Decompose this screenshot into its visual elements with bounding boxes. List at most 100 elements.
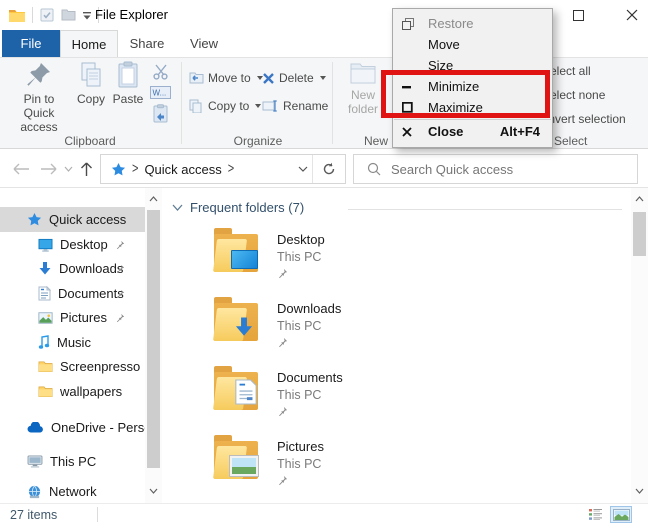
thumbnail-view-icon xyxy=(613,509,630,521)
address-dropdown-icon[interactable] xyxy=(298,166,308,172)
pin-icon xyxy=(115,240,125,250)
tile-location: This PC xyxy=(277,319,341,333)
pin-icon xyxy=(115,289,125,299)
download-arrow-glyph-icon xyxy=(233,316,255,338)
search-icon xyxy=(367,162,381,176)
forward-button[interactable] xyxy=(40,150,58,188)
status-divider xyxy=(97,507,98,522)
red-highlight-box xyxy=(381,70,550,118)
paste-shortcut-icon xyxy=(153,104,168,123)
copy-to-button[interactable]: Copy to xyxy=(188,99,261,113)
items-count: 27 items xyxy=(10,508,57,522)
copy-path-button[interactable]: W... xyxy=(150,86,171,99)
pin-to-quick-access-button[interactable]: Pin to Quick access xyxy=(8,61,70,134)
main-area: Quick access Desktop Downloads Documents… xyxy=(0,188,648,503)
properties-icon[interactable] xyxy=(39,7,55,23)
copy-button[interactable]: Copy xyxy=(74,61,108,106)
file-explorer-window: File Explorer File Home Share View ? Pin… xyxy=(0,0,648,524)
close-shortcut: Alt+F4 xyxy=(500,124,540,139)
sidebar-item-pictures[interactable]: Pictures xyxy=(0,305,145,330)
paste-button[interactable]: Paste xyxy=(110,61,146,106)
address-box[interactable]: > Quick access > xyxy=(100,154,346,184)
scroll-up-icon[interactable] xyxy=(631,190,648,207)
section-header-frequent-folders[interactable]: Frequent folders (7) xyxy=(172,200,304,215)
sidebar-item-desktop[interactable]: Desktop xyxy=(0,232,145,257)
tab-home[interactable]: Home xyxy=(60,30,118,57)
scrollbar-thumb[interactable] xyxy=(147,210,160,468)
tile-name: Desktop xyxy=(277,232,325,247)
breadcrumb-chevron-icon: > xyxy=(222,161,240,177)
tab-share[interactable]: Share xyxy=(118,30,176,57)
quick-access-star-icon xyxy=(111,162,126,177)
sidebar-item-screenpresso[interactable]: Screenpresso xyxy=(0,354,145,379)
scroll-down-icon[interactable] xyxy=(631,482,648,499)
folder-icon xyxy=(38,360,53,373)
sidebar-item-wallpapers[interactable]: wallpapers xyxy=(0,379,145,404)
search-input[interactable] xyxy=(391,162,621,177)
search-box[interactable] xyxy=(353,154,638,184)
scrollbar-thumb[interactable] xyxy=(633,212,646,256)
maximize-icon xyxy=(573,10,584,21)
pin-icon xyxy=(277,475,324,486)
rename-label: Rename xyxy=(283,99,328,113)
menu-item-move[interactable]: Move xyxy=(393,34,552,55)
scroll-down-icon[interactable] xyxy=(145,482,162,499)
details-view-button[interactable] xyxy=(584,506,606,523)
pin-to-quick-access-label: Pin to Quick access xyxy=(8,92,70,134)
refresh-button[interactable] xyxy=(312,155,345,183)
close-button[interactable] xyxy=(612,0,648,30)
menu-item-close[interactable]: Close Alt+F4 xyxy=(393,121,552,142)
dropdown-caret-icon xyxy=(320,76,326,80)
copy-to-icon xyxy=(188,99,204,113)
breadcrumb-chevron-icon: > xyxy=(126,161,144,177)
copy-icon xyxy=(79,61,103,89)
folder-tile-documents[interactable]: Documents This PC xyxy=(213,366,343,417)
sidebar-item-quick-access[interactable]: Quick access xyxy=(0,207,145,232)
sidebar-item-documents[interactable]: Documents xyxy=(0,281,145,306)
desktop-icon xyxy=(38,238,53,252)
customize-toolbar-dropdown-icon[interactable] xyxy=(82,11,92,20)
rename-button[interactable]: Rename xyxy=(262,99,328,113)
recent-locations-dropdown[interactable] xyxy=(64,150,73,188)
tile-location: This PC xyxy=(277,388,343,402)
pin-icon xyxy=(115,264,125,274)
new-folder-button: New folder xyxy=(340,61,386,116)
breadcrumb-quick-access[interactable]: Quick access xyxy=(144,162,221,177)
folder-tile-pictures[interactable]: Pictures This PC xyxy=(213,435,324,486)
window-title: File Explorer xyxy=(95,7,168,22)
tile-location: This PC xyxy=(277,457,324,471)
folder-tile-desktop[interactable]: Desktop This PC xyxy=(213,228,325,279)
pin-icon xyxy=(277,337,341,348)
move-to-button[interactable]: Move to xyxy=(188,71,263,85)
cut-button[interactable] xyxy=(152,63,170,80)
up-button[interactable] xyxy=(80,150,93,188)
delete-button[interactable]: Delete xyxy=(262,71,326,85)
sidebar-item-this-pc[interactable]: This PC xyxy=(0,449,145,474)
sidebar-item-onedrive[interactable]: OneDrive - Person xyxy=(0,415,145,440)
tab-file[interactable]: File xyxy=(2,30,60,57)
back-button[interactable] xyxy=(12,150,30,188)
delete-label: Delete xyxy=(279,71,314,85)
scroll-up-icon[interactable] xyxy=(145,190,162,207)
move-to-icon xyxy=(188,71,204,85)
explorer-folder-icon xyxy=(8,8,26,23)
refresh-icon xyxy=(322,162,336,176)
download-arrow-icon xyxy=(38,261,52,276)
sidebar-item-network[interactable]: Network xyxy=(0,479,145,504)
content-scrollbar[interactable] xyxy=(631,188,648,503)
thumbnail-view-button[interactable] xyxy=(610,506,632,523)
sidebar-item-downloads[interactable]: Downloads xyxy=(0,256,145,281)
tab-view[interactable]: View xyxy=(176,30,232,57)
invert-selection-button[interactable]: Invert selection xyxy=(545,112,626,126)
monitor-glyph-icon xyxy=(231,250,258,269)
back-arrow-icon xyxy=(12,163,30,175)
folder-tile-downloads[interactable]: Downloads This PC xyxy=(213,297,341,348)
sidebar-scrollbar[interactable] xyxy=(145,188,162,503)
section-collapse-chevron-icon xyxy=(172,204,183,211)
paste-shortcut-button[interactable] xyxy=(153,104,168,123)
quick-access-star-icon xyxy=(27,212,42,227)
toolbar-separator xyxy=(32,7,33,23)
sidebar-item-music[interactable]: Music xyxy=(0,330,145,355)
new-folder-toolbar-icon[interactable] xyxy=(61,8,76,22)
maximize-button[interactable] xyxy=(558,0,598,30)
